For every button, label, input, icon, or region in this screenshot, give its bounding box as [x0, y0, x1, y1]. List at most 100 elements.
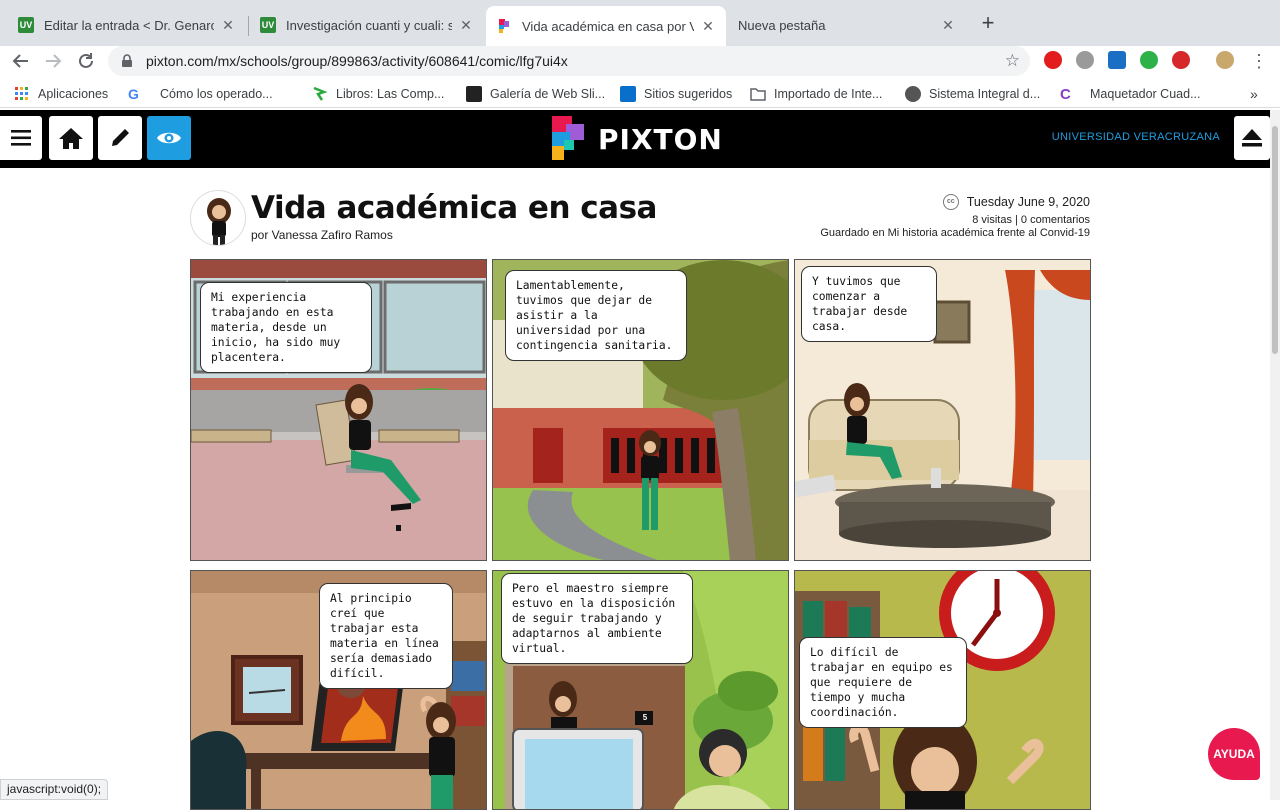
- door-sign-number: 5: [642, 713, 648, 722]
- bookmark-label: Maquetador Cuad...: [1090, 87, 1201, 101]
- back-button[interactable]: [8, 48, 34, 74]
- speech-bubble: Al principio creí que trabajar esta mate…: [319, 583, 453, 689]
- menu-button[interactable]: [0, 116, 42, 160]
- page-scrollbar[interactable]: [1270, 110, 1280, 800]
- opera-extension-icon[interactable]: [1044, 51, 1062, 69]
- bookmarks-overflow-icon[interactable]: »: [1250, 85, 1258, 103]
- speech-bubble: Mi experiencia trabajando en esta materi…: [200, 282, 372, 373]
- menu-kebab-icon[interactable]: ⋮: [1246, 48, 1272, 74]
- browser-tab-4[interactable]: Nueva pestaña ✕: [728, 8, 966, 42]
- grey-extension-icon[interactable]: [1076, 51, 1094, 69]
- help-button[interactable]: AYUDA: [1208, 728, 1260, 780]
- slides-icon: [466, 86, 482, 102]
- logout-button[interactable]: [1234, 116, 1270, 160]
- home-button[interactable]: [49, 116, 93, 160]
- uv-icon: UV: [260, 17, 276, 33]
- comic-panel-2[interactable]: Lamentablemente, tuvimos que dejar de as…: [492, 259, 789, 561]
- pixton-logo-icon: [552, 116, 584, 160]
- pixton-header: PIXTON UNIVERSIDAD VERACRUZANA: [0, 110, 1270, 168]
- tab-title: Editar la entrada < Dr. Genaro A: [44, 17, 214, 33]
- uv-icon: UV: [18, 17, 34, 33]
- close-icon[interactable]: ✕: [458, 17, 474, 33]
- comic-panel-1[interactable]: Mi experiencia trabajando en esta materi…: [190, 259, 487, 561]
- comic-date: Tuesday June 9, 2020: [966, 195, 1090, 209]
- reload-icon: [79, 53, 93, 68]
- eye-icon: [157, 132, 181, 144]
- browser-tab-2[interactable]: UV Investigación cuanti y cuali: su ✕: [250, 8, 484, 42]
- folder-icon: [750, 86, 766, 102]
- hamburger-icon: [11, 130, 31, 146]
- pixton-logo[interactable]: PIXTON: [552, 116, 723, 162]
- comic-panel-6[interactable]: Lo difícil de trabajar en equipo es que …: [794, 570, 1091, 810]
- bookmarks-bar: Aplicaciones G Cómo los operado... Libro…: [0, 80, 1280, 108]
- tab-title: Investigación cuanti y cuali: su: [286, 17, 452, 33]
- lock-icon: [122, 54, 132, 67]
- bookmark-label: Libros: Las Comp...: [336, 87, 445, 101]
- view-button[interactable]: [147, 116, 191, 160]
- edit-button[interactable]: [98, 116, 142, 160]
- tab-separator: [248, 16, 249, 36]
- forward-arrow-icon: [46, 54, 62, 68]
- tab-strip: UV Editar la entrada < Dr. Genaro A ✕ UV…: [0, 0, 1280, 46]
- creative-commons-icon: cc: [942, 194, 959, 210]
- bookmark-item[interactable]: G Cómo los operado...: [128, 85, 273, 103]
- close-icon[interactable]: ✕: [220, 17, 236, 33]
- close-icon[interactable]: ✕: [940, 17, 956, 33]
- comic-saved-in[interactable]: Guardado en Mi historia académica frente…: [820, 227, 1090, 240]
- logo-wordmark: PIXTON: [598, 122, 723, 156]
- address-bar[interactable]: pixton.com/mx/schools/group/899863/activ…: [108, 46, 1030, 76]
- bookmark-star-icon[interactable]: ☆: [1005, 51, 1020, 71]
- bookmark-label: Cómo los operado...: [160, 87, 273, 101]
- evernote-extension-icon[interactable]: [1140, 51, 1158, 69]
- scrollbar-thumb[interactable]: [1272, 126, 1278, 354]
- comic-stats: 8 visitas | 0 comentarios: [972, 214, 1090, 226]
- browser-tab-1[interactable]: UV Editar la entrada < Dr. Genaro A ✕: [8, 8, 246, 42]
- bookmark-item[interactable]: C Maquetador Cuad...: [1060, 85, 1201, 103]
- bookmark-item[interactable]: Sistema Integral d...: [905, 85, 1040, 103]
- reload-button[interactable]: [73, 48, 99, 74]
- tab-title: Vida académica en casa por Va: [522, 18, 694, 34]
- status-bar: javascript:void(0);: [0, 779, 109, 800]
- comic-author[interactable]: por Vanessa Zafiro Ramos: [251, 228, 393, 242]
- b-extension-icon[interactable]: [1108, 51, 1126, 69]
- eject-icon: [1242, 129, 1262, 147]
- back-arrow-icon: [12, 54, 28, 68]
- comic-meta: cc Tuesday June 9, 2020 8 visitas | 0 com…: [820, 194, 1090, 240]
- new-tab-button[interactable]: +: [976, 12, 1000, 36]
- pencil-icon: [112, 129, 129, 146]
- bookmark-item[interactable]: Galería de Web Sli...: [466, 85, 605, 103]
- speech-bubble: Lamentablemente, tuvimos que dejar de as…: [505, 270, 687, 361]
- comic-panel-4[interactable]: Al principio creí que trabajar esta mate…: [190, 570, 487, 810]
- browser-toolbar: pixton.com/mx/schools/group/899863/activ…: [0, 46, 1280, 76]
- home-icon: [59, 128, 83, 149]
- profile-avatar[interactable]: [1216, 51, 1234, 69]
- bookmark-label: Importado de Inte...: [774, 87, 883, 101]
- adblock-extension-icon[interactable]: [1172, 51, 1190, 69]
- speech-bubble: Y tuvimos que comenzar a trabajar desde …: [801, 266, 937, 342]
- bookmark-item[interactable]: Libros: Las Comp...: [312, 85, 444, 103]
- comic-panel-3[interactable]: Y tuvimos que comenzar a trabajar desde …: [794, 259, 1091, 561]
- bing-icon: [620, 86, 636, 102]
- bookmark-label: Sistema Integral d...: [929, 87, 1041, 101]
- school-name[interactable]: UNIVERSIDAD VERACRUZANA: [1052, 131, 1220, 143]
- google-icon: G: [128, 86, 139, 102]
- globe-icon: [905, 86, 921, 102]
- bookmark-item[interactable]: Aplicaciones: [14, 85, 108, 103]
- pixton-icon: [496, 18, 512, 34]
- bookmark-item[interactable]: Importado de Inte...: [750, 85, 882, 103]
- tab-title: Nueva pestaña: [738, 17, 826, 33]
- close-icon[interactable]: ✕: [700, 18, 716, 34]
- browser-tab-3-active[interactable]: Vida académica en casa por Va ✕: [486, 6, 726, 46]
- forward-button[interactable]: [40, 48, 66, 74]
- speech-bubble: Pero el maestro siempre estuvo en la dis…: [501, 573, 693, 664]
- comic-title: Vida académica en casa: [251, 190, 657, 226]
- flag-icon: [312, 86, 328, 102]
- apps-grid-icon: [14, 86, 30, 102]
- comic-panel-5[interactable]: Pero el maestro siempre estuvo en la dis…: [492, 570, 789, 810]
- bookmark-item[interactable]: Sitios sugeridos: [620, 85, 732, 103]
- bookmark-label: Sitios sugeridos: [644, 87, 733, 101]
- speech-bubble: Lo difícil de trabajar en equipo es que …: [799, 637, 967, 728]
- author-avatar[interactable]: [190, 190, 246, 246]
- bookmark-label: Aplicaciones: [38, 87, 109, 101]
- c-icon: C: [1060, 86, 1071, 103]
